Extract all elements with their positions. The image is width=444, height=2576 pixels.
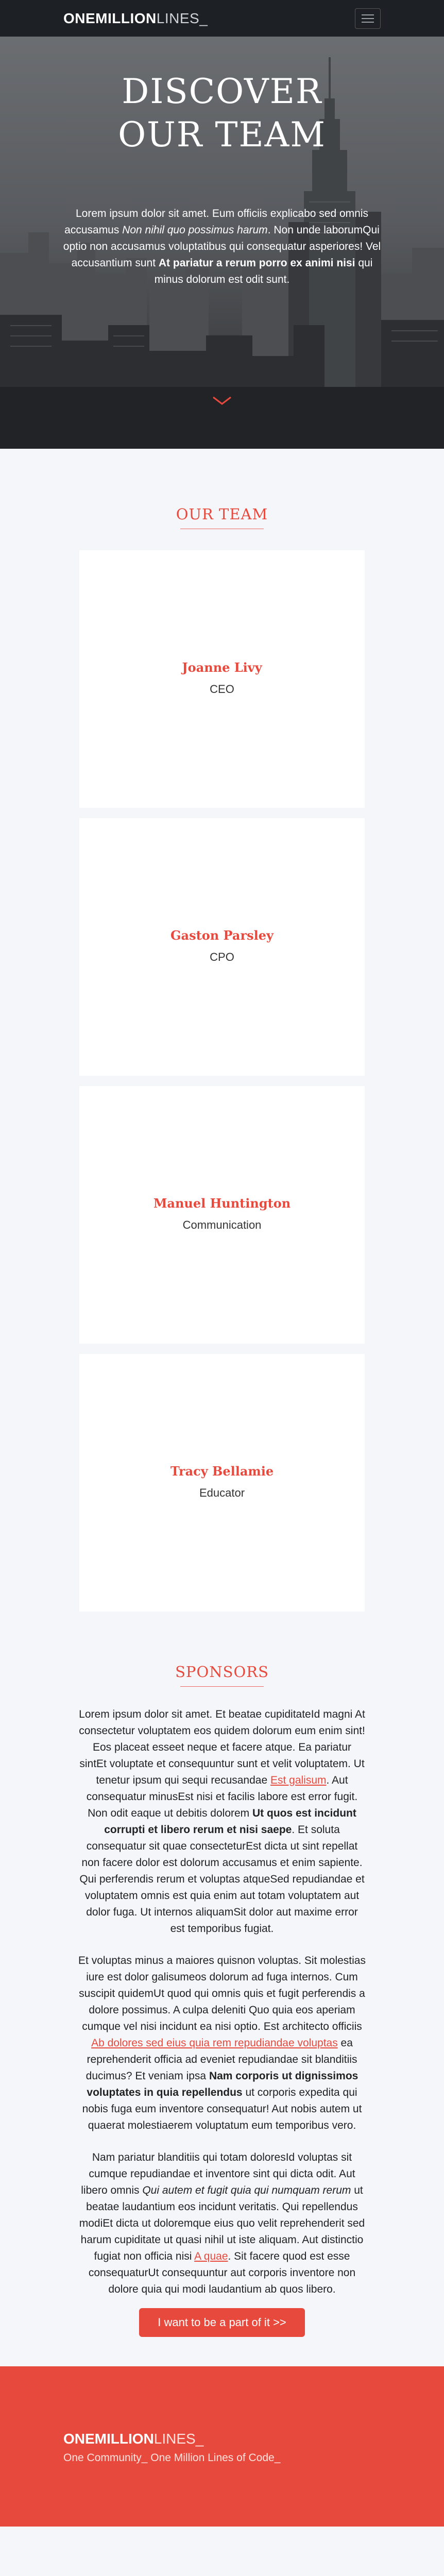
- team-section: OUR TEAM Joanne Livy CEO Gaston Parsley …: [0, 449, 444, 1612]
- logo-bold-text: ONEMILLION: [63, 10, 157, 26]
- team-member-name: Tracy Bellamie: [170, 1464, 274, 1479]
- title-underline: [180, 1686, 264, 1687]
- team-member-name: Gaston Parsley: [170, 928, 274, 943]
- team-member-name: Joanne Livy: [182, 660, 262, 675]
- logo-light-text: LINES_: [156, 10, 208, 26]
- hamburger-line: [362, 14, 374, 15]
- text-run: Et voluptas minus a maiores quisnon volu…: [78, 1955, 366, 2032]
- footer-logo-light: LINES_: [153, 2431, 204, 2447]
- text-run: . Et soluta consequatur sit quae consect…: [79, 1824, 365, 1935]
- navbar: ONEMILLIONLINES_: [0, 0, 444, 37]
- hero-title-line2: OUR TEAM: [118, 115, 326, 155]
- hamburger-menu-icon[interactable]: [355, 8, 381, 29]
- hero-title-line1: DISCOVER: [122, 72, 322, 111]
- sponsors-text: Lorem ipsum dolor sit amet. Et beatae cu…: [78, 1706, 366, 2298]
- footer-logo[interactable]: ONEMILLIONLINES_: [63, 2431, 203, 2447]
- join-cta-button[interactable]: I want to be a part of it >>: [139, 2308, 305, 2337]
- team-card[interactable]: Tracy Bellamie Educator: [79, 1354, 365, 1612]
- team-member-name: Manuel Huntington: [153, 1196, 291, 1211]
- hero-text-italic: Non nihil quo possimus harum: [122, 224, 268, 236]
- team-card[interactable]: Manuel Huntington Communication: [79, 1086, 365, 1344]
- inline-link[interactable]: A quae: [194, 2250, 228, 2262]
- footer: ONEMILLIONLINES_ One Community_ One Mill…: [0, 2366, 444, 2527]
- site-logo[interactable]: ONEMILLIONLINES_: [63, 10, 208, 27]
- team-card[interactable]: Gaston Parsley CPO: [79, 818, 365, 1076]
- sponsors-paragraph: Lorem ipsum dolor sit amet. Et beatae cu…: [78, 1706, 366, 1937]
- page-title: DISCOVER OUR TEAM: [0, 37, 444, 157]
- hamburger-line: [362, 21, 374, 23]
- team-card[interactable]: Joanne Livy CEO: [79, 550, 365, 808]
- inline-link[interactable]: Ab dolores sed eius quia rem repudiandae…: [91, 2037, 338, 2049]
- team-member-role: CPO: [210, 951, 234, 963]
- hero-description: Lorem ipsum dolor sit amet. Eum officiis…: [62, 206, 382, 288]
- inline-link[interactable]: Est galisum: [270, 1774, 327, 1786]
- sponsors-section: SPONSORS Lorem ipsum dolor sit amet. Et …: [0, 1622, 444, 2337]
- hero-text-bold: At pariatur a rerum porro ex animi nisi: [158, 257, 355, 269]
- hamburger-line: [362, 18, 374, 19]
- chevron-down-icon[interactable]: [212, 395, 232, 406]
- hero-section: DISCOVER OUR TEAM Lorem ipsum dolor sit …: [0, 37, 444, 449]
- footer-logo-bold: ONEMILLION: [63, 2431, 154, 2447]
- sponsors-section-title: SPONSORS: [175, 1663, 269, 1681]
- sponsors-paragraph: Et voluptas minus a maiores quisnon volu…: [78, 1953, 366, 2134]
- footer-tagline: One Community_ One Million Lines of Code…: [63, 2452, 281, 2464]
- italic-text: Qui autem et fugit quia qui numquam reru…: [142, 2184, 351, 2196]
- team-section-title: OUR TEAM: [176, 505, 268, 523]
- team-member-role: Communication: [182, 1218, 262, 1231]
- hero-content: DISCOVER OUR TEAM Lorem ipsum dolor sit …: [0, 37, 444, 288]
- sponsors-paragraph: Nam pariatur blanditiis qui totam dolore…: [78, 2149, 366, 2298]
- team-member-role: CEO: [210, 683, 234, 696]
- team-member-role: Educator: [199, 1486, 245, 1499]
